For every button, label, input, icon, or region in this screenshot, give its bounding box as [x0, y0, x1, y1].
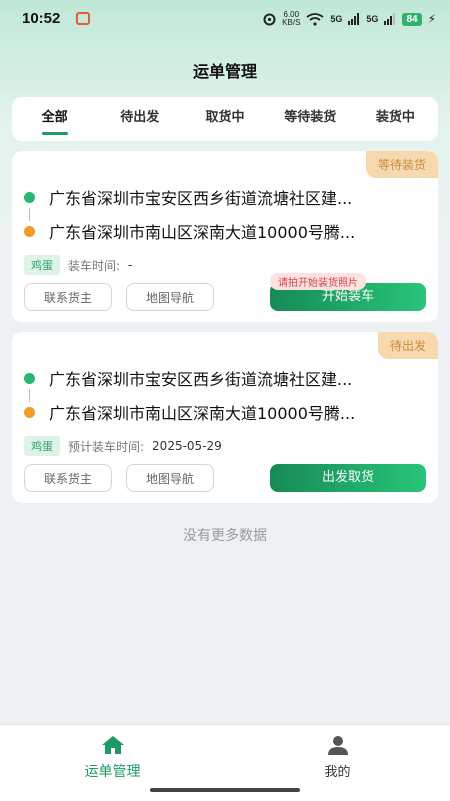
loading-time-label: 装车时间: — [68, 258, 121, 273]
status-time: 10:52 — [22, 10, 61, 27]
person-icon — [327, 736, 348, 755]
delivery-dot-icon — [24, 225, 35, 237]
cargo-tag: 鸡蛋 — [24, 436, 60, 456]
page-title: 运单管理 — [192, 62, 257, 81]
order-status-badge: 待出发 — [377, 332, 438, 359]
home-icon — [101, 736, 124, 754]
pickup-dot-icon — [24, 372, 35, 384]
order-meta: 鸡蛋 预计装车时间: 2025-05-29 — [24, 436, 222, 456]
cargo-tag: 鸡蛋 — [24, 255, 60, 275]
nav-orders[interactable]: 运单管理 — [0, 735, 225, 781]
status-tabs: 全部 待出发 取货中 等待装货 装货中 — [12, 97, 438, 141]
tab-picking-up[interactable]: 取货中 — [182, 97, 267, 141]
pickup-dot-icon — [24, 191, 35, 203]
loading-time-value: 2025-05-29 — [152, 439, 222, 453]
order-meta: 鸡蛋 装车时间: - — [24, 255, 132, 275]
delivery-address-row: 广东省深圳市南山区深南大道10000号腾... — [24, 400, 418, 424]
delivery-dot-icon — [24, 406, 35, 418]
status-bar: 10:52 6.00 KB/S 5G 5G 84 ⚡ — [0, 0, 450, 40]
tab-loading[interactable]: 装货中 — [353, 97, 438, 141]
network-type-2: 5G — [366, 14, 379, 24]
charging-icon: ⚡ — [427, 12, 436, 26]
delivery-address: 广东省深圳市南山区深南大道10000号腾... — [49, 404, 356, 423]
battery-level: 84 — [402, 12, 422, 26]
home-indicator — [150, 788, 300, 792]
pickup-address-row: 广东省深圳市宝安区西乡街道流塘社区建... — [24, 366, 418, 390]
signal-icon — [384, 13, 396, 25]
tab-awaiting-loading[interactable]: 等待装货 — [268, 97, 353, 141]
pickup-address-row: 广东省深圳市宝安区西乡街道流塘社区建... — [24, 185, 418, 209]
map-navigation-button[interactable]: 地图导航 — [126, 283, 214, 311]
depart-pickup-button[interactable]: 出发取货 — [270, 464, 426, 492]
network-speed: 6.00 KB/S — [282, 11, 300, 27]
nav-profile[interactable]: 我的 — [225, 735, 450, 780]
delivery-address-row: 广东省深圳市南山区深南大道10000号腾... — [24, 219, 418, 243]
status-icons: 6.00 KB/S 5G 5G 84 ⚡ — [263, 9, 436, 29]
loading-time-label: 预计装车时间: — [68, 439, 145, 454]
speed-unit: KB/S — [282, 18, 301, 27]
no-more-data-text: 没有更多数据 — [183, 528, 267, 544]
location-icon — [263, 13, 276, 25]
contact-shipper-button[interactable]: 联系货主 — [24, 283, 112, 311]
network-type-1: 5G — [330, 14, 343, 24]
signal-icon — [348, 13, 360, 25]
delivery-address: 广东省深圳市南山区深南大道10000号腾... — [49, 223, 356, 242]
order-card[interactable]: 等待装货 广东省深圳市宝安区西乡街道流塘社区建... 广东省深圳市南山区深南大道… — [12, 151, 438, 322]
contact-shipper-button[interactable]: 联系货主 — [24, 464, 112, 492]
photo-tip-badge: 请拍开始装货照片 — [270, 273, 366, 290]
notification-app-icon — [76, 12, 90, 25]
pickup-address: 广东省深圳市宝安区西乡街道流塘社区建... — [49, 370, 353, 389]
tab-all[interactable]: 全部 — [12, 97, 97, 141]
order-status-badge: 等待装货 — [365, 151, 438, 178]
order-card[interactable]: 待出发 广东省深圳市宝安区西乡街道流塘社区建... 广东省深圳市南山区深南大道1… — [12, 332, 438, 503]
nav-orders-label: 运单管理 — [84, 764, 141, 780]
tab-pending-departure[interactable]: 待出发 — [97, 97, 182, 141]
pickup-address: 广东省深圳市宝安区西乡街道流塘社区建... — [49, 189, 353, 208]
nav-profile-label: 我的 — [324, 765, 351, 780]
map-navigation-button[interactable]: 地图导航 — [126, 464, 214, 492]
loading-time-value: - — [128, 258, 133, 272]
wifi-icon — [306, 12, 324, 26]
